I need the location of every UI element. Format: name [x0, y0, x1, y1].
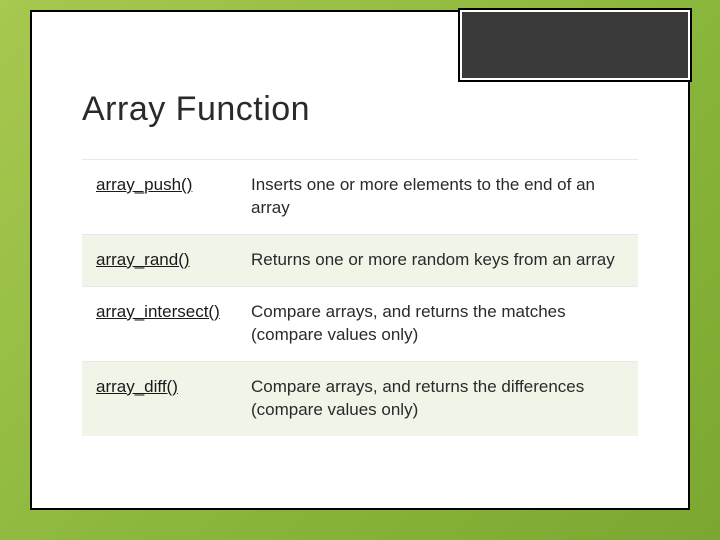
slide-frame: Array Function array_push() Inserts one …: [30, 10, 690, 510]
function-desc-cell: Compare arrays, and returns the matches …: [237, 286, 638, 361]
function-desc-cell: Inserts one or more elements to the end …: [237, 160, 638, 235]
function-name-cell: array_diff(): [82, 361, 237, 435]
function-name-cell: array_intersect(): [82, 286, 237, 361]
function-name-cell: array_push(): [82, 160, 237, 235]
slide-title: Array Function: [82, 90, 638, 129]
slide-content: Array Function array_push() Inserts one …: [32, 12, 688, 466]
table-row: array_rand() Returns one or more random …: [82, 234, 638, 286]
corner-decoration: [460, 10, 690, 80]
function-table: array_push() Inserts one or more element…: [82, 159, 638, 436]
table-row: array_intersect() Compare arrays, and re…: [82, 286, 638, 361]
function-link[interactable]: array_intersect(): [96, 302, 220, 321]
table-row: array_diff() Compare arrays, and returns…: [82, 361, 638, 435]
function-link[interactable]: array_rand(): [96, 250, 190, 269]
function-link[interactable]: array_diff(): [96, 377, 178, 396]
function-link[interactable]: array_push(): [96, 175, 192, 194]
function-desc-cell: Returns one or more random keys from an …: [237, 234, 638, 286]
function-name-cell: array_rand(): [82, 234, 237, 286]
function-desc-cell: Compare arrays, and returns the differen…: [237, 361, 638, 435]
table-row: array_push() Inserts one or more element…: [82, 160, 638, 235]
